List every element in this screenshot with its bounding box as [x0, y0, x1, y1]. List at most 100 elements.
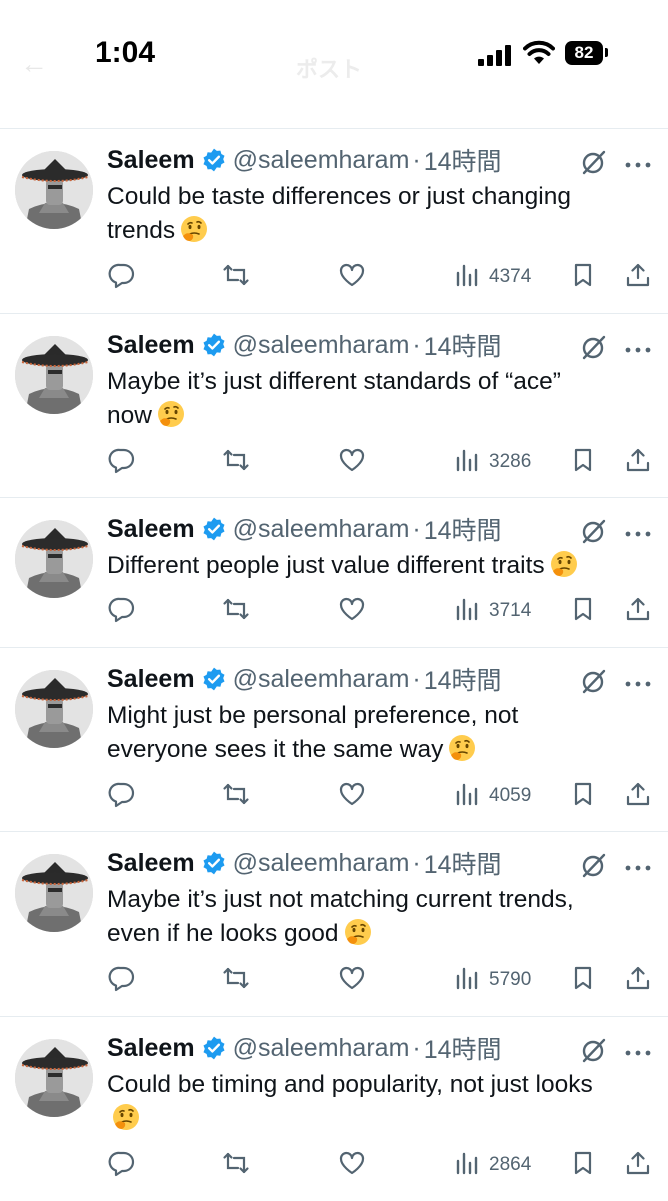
repost-button[interactable]	[222, 964, 250, 996]
author-handle[interactable]: @saleemharam	[233, 331, 410, 360]
tweet-text: Could be taste differences or just chang…	[107, 180, 655, 248]
tweet-actions: 5790	[0, 964, 668, 996]
more-icon[interactable]	[624, 157, 652, 168]
share-icon	[624, 261, 652, 294]
thinking-face-emoji	[343, 917, 373, 947]
reply-button[interactable]	[108, 964, 136, 996]
views-button[interactable]: 3286	[453, 446, 531, 478]
tweet[interactable]: Saleem @saleemharam · 14時間 Maybe it’s ju…	[0, 313, 668, 498]
views-count: 4059	[489, 785, 532, 806]
grok-icon[interactable]	[580, 148, 608, 176]
share-button[interactable]	[624, 595, 652, 627]
like-button[interactable]	[338, 595, 366, 627]
avatar[interactable]	[15, 520, 93, 598]
repost-button[interactable]	[222, 446, 250, 478]
reply-button[interactable]	[108, 446, 136, 478]
tweet[interactable]: Saleem @saleemharam · 14時間 Could be timi…	[0, 1016, 668, 1201]
views-icon	[453, 780, 481, 813]
repost-button[interactable]	[222, 595, 250, 627]
bookmark-button[interactable]	[569, 964, 597, 996]
author-handle[interactable]: @saleemharam	[233, 146, 410, 175]
tweet-text-line: Different people just value different tr…	[107, 552, 545, 579]
views-button[interactable]: 3714	[453, 595, 531, 627]
like-button[interactable]	[338, 780, 366, 812]
tweet[interactable]: Saleem @saleemharam · 14時間 Could be tast…	[0, 128, 668, 314]
tweet-text-line: trends	[107, 217, 176, 244]
grok-icon[interactable]	[580, 333, 608, 361]
author-name[interactable]: Saleem	[107, 331, 195, 360]
reply-button[interactable]	[108, 780, 136, 812]
reply-icon	[108, 964, 136, 997]
bookmark-icon	[569, 595, 597, 628]
avatar[interactable]	[15, 1039, 93, 1117]
like-button[interactable]	[338, 964, 366, 996]
avatar[interactable]	[15, 336, 93, 414]
author-handle[interactable]: @saleemharam	[233, 849, 410, 878]
tweet-text: Could be timing and popularity, not just…	[107, 1068, 655, 1136]
author-handle[interactable]: @saleemharam	[233, 1034, 410, 1063]
timestamp[interactable]: 14時間	[424, 845, 502, 881]
timestamp[interactable]: 14時間	[424, 511, 502, 547]
tweet-text-line: even if he looks good	[107, 920, 339, 947]
more-icon[interactable]	[624, 342, 652, 353]
bookmark-button[interactable]	[569, 446, 597, 478]
grok-icon[interactable]	[580, 851, 608, 879]
reply-button[interactable]	[108, 1149, 136, 1181]
repost-button[interactable]	[222, 261, 250, 293]
share-icon	[624, 1149, 652, 1182]
bookmark-button[interactable]	[569, 1149, 597, 1181]
author-handle[interactable]: @saleemharam	[233, 665, 410, 694]
timestamp[interactable]: 14時間	[424, 327, 502, 363]
avatar[interactable]	[15, 151, 93, 229]
separator: ·	[412, 514, 421, 543]
author-name[interactable]: Saleem	[107, 146, 195, 175]
views-button[interactable]: 4374	[453, 261, 531, 293]
timestamp[interactable]: 14時間	[424, 142, 502, 178]
thinking-face-emoji	[179, 214, 209, 244]
share-button[interactable]	[624, 780, 652, 812]
reply-button[interactable]	[108, 595, 136, 627]
more-icon[interactable]	[624, 526, 652, 537]
views-button[interactable]: 2864	[453, 1149, 531, 1181]
author-name[interactable]: Saleem	[107, 515, 195, 544]
arrow-left-icon[interactable]: ←	[20, 48, 48, 80]
like-icon	[338, 964, 366, 997]
tweet-text: Different people just value different tr…	[107, 549, 655, 583]
share-button[interactable]	[624, 261, 652, 293]
views-button[interactable]: 4059	[453, 780, 531, 812]
timestamp[interactable]: 14時間	[424, 1030, 502, 1066]
tweet[interactable]: Saleem @saleemharam · 14時間 Maybe it’s ju…	[0, 831, 668, 1017]
bookmark-button[interactable]	[569, 780, 597, 812]
share-icon	[624, 595, 652, 628]
views-button[interactable]: 5790	[453, 964, 531, 996]
like-button[interactable]	[338, 1149, 366, 1181]
bookmark-button[interactable]	[569, 595, 597, 627]
share-button[interactable]	[624, 446, 652, 478]
author-name[interactable]: Saleem	[107, 665, 195, 694]
reply-button[interactable]	[108, 261, 136, 293]
like-button[interactable]	[338, 446, 366, 478]
bookmark-icon	[569, 446, 597, 479]
more-icon[interactable]	[624, 1045, 652, 1056]
grok-icon[interactable]	[580, 517, 608, 545]
author-name[interactable]: Saleem	[107, 1034, 195, 1063]
like-button[interactable]	[338, 261, 366, 293]
bookmark-button[interactable]	[569, 261, 597, 293]
author-name[interactable]: Saleem	[107, 849, 195, 878]
views-count: 3714	[489, 600, 532, 621]
tweet[interactable]: Saleem @saleemharam · 14時間 Different peo…	[0, 497, 668, 648]
more-icon[interactable]	[624, 860, 652, 871]
share-button[interactable]	[624, 1149, 652, 1181]
tweet[interactable]: Saleem @saleemharam · 14時間 Might just be…	[0, 647, 668, 832]
repost-button[interactable]	[222, 780, 250, 812]
header-title: ポスト	[296, 57, 363, 82]
avatar[interactable]	[15, 670, 93, 748]
share-button[interactable]	[624, 964, 652, 996]
author-handle[interactable]: @saleemharam	[233, 515, 410, 544]
avatar[interactable]	[15, 854, 93, 932]
more-icon[interactable]	[624, 676, 652, 687]
repost-button[interactable]	[222, 1149, 250, 1181]
grok-icon[interactable]	[580, 667, 608, 695]
timestamp[interactable]: 14時間	[424, 661, 502, 697]
grok-icon[interactable]	[580, 1036, 608, 1064]
